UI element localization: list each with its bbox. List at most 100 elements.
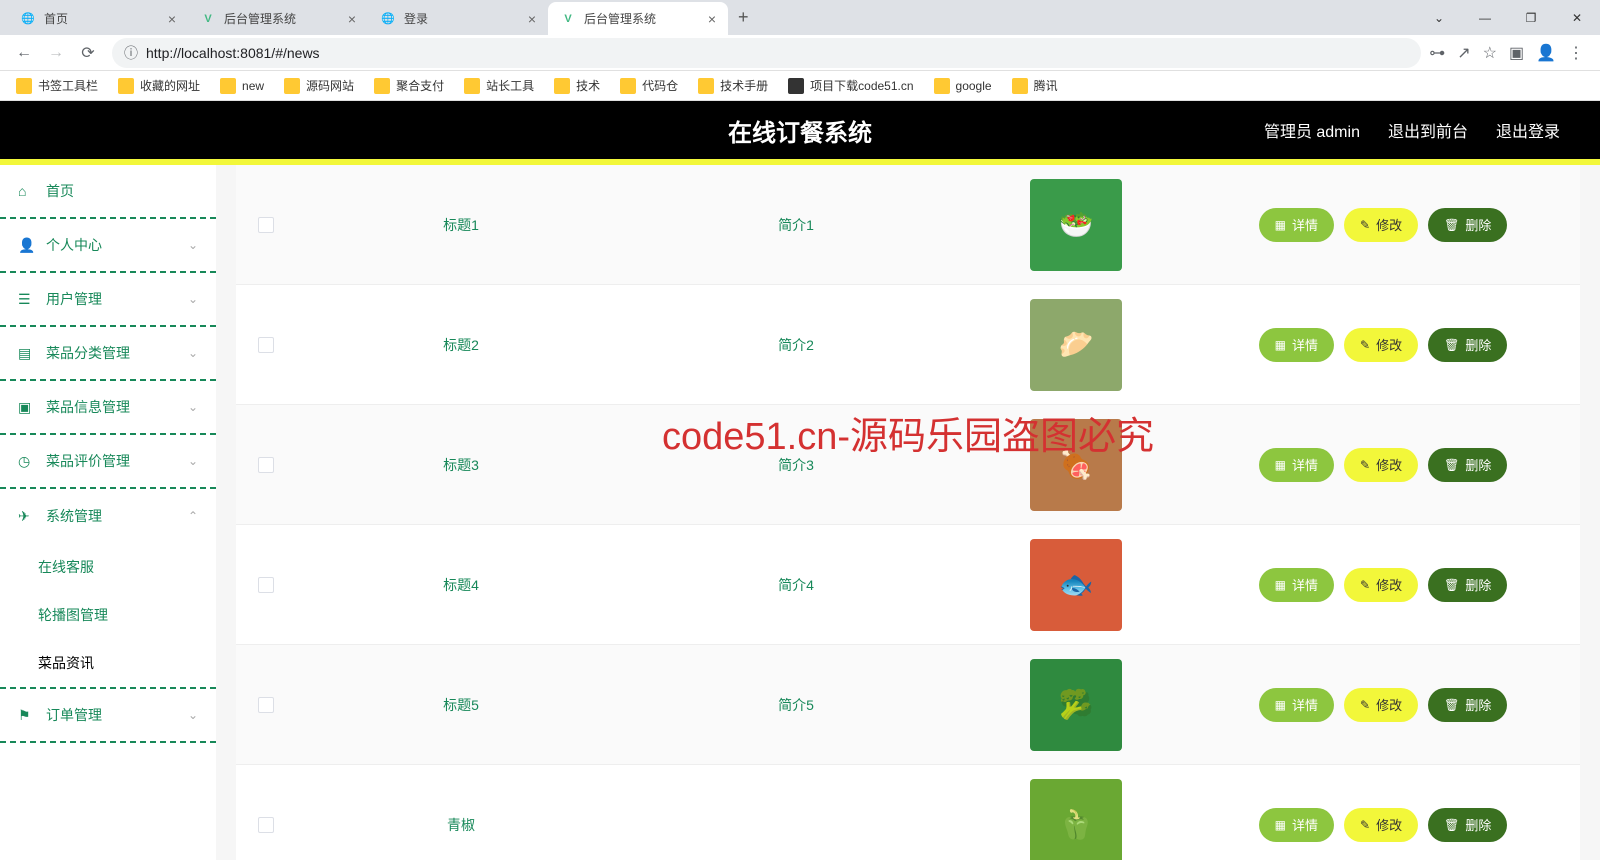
delete-icon: 🗑 xyxy=(1444,458,1459,472)
sidebar-item-review[interactable]: ◷ 菜品评价管理 ⌄ xyxy=(0,435,216,489)
row-checkbox[interactable] xyxy=(258,337,274,353)
logout-link[interactable]: 退出登录 xyxy=(1496,118,1560,142)
new-tab-button[interactable]: + xyxy=(728,7,759,28)
image-cell: 🐟 xyxy=(966,539,1186,631)
tab-title: 后台管理系统 xyxy=(584,10,700,27)
browser-tab[interactable]: 🌐 登录 × xyxy=(368,2,548,35)
bookmark[interactable]: 技术 xyxy=(546,73,608,98)
dropdown-icon[interactable]: ⌄ xyxy=(1416,0,1462,35)
home-icon: ⌂ xyxy=(18,183,36,199)
forward-button[interactable]: → xyxy=(40,37,72,69)
submenu-news[interactable]: 菜品资讯 xyxy=(0,639,216,687)
profile-icon[interactable]: 👤 xyxy=(1536,43,1556,63)
detail-button[interactable]: ▦详情 xyxy=(1259,688,1334,722)
star-icon[interactable]: ☆ xyxy=(1483,43,1497,63)
bookmark[interactable]: 站长工具 xyxy=(456,73,542,98)
browser-tab-active[interactable]: V 后台管理系统 × xyxy=(548,2,728,35)
submenu-carousel[interactable]: 轮播图管理 xyxy=(0,591,216,639)
maximize-icon[interactable]: ❐ xyxy=(1508,0,1554,35)
folder-icon xyxy=(220,78,236,94)
image-cell: 🍖 xyxy=(966,419,1186,511)
toolbar-right: ⊶ ↗ ☆ ▣ 👤 ⋮ xyxy=(1429,43,1592,63)
delete-button[interactable]: 🗑删除 xyxy=(1428,568,1507,602)
sidebar-item-system[interactable]: ✈ 系统管理 ⌃ xyxy=(0,489,216,543)
edit-button[interactable]: ✎修改 xyxy=(1344,688,1418,722)
detail-icon: ▦ xyxy=(1275,698,1286,712)
edit-button[interactable]: ✎修改 xyxy=(1344,208,1418,242)
detail-button[interactable]: ▦详情 xyxy=(1259,328,1334,362)
folder-icon xyxy=(698,78,714,94)
bookmark[interactable]: new xyxy=(212,74,272,98)
table-row: 标题5 简介5 🥦 ▦详情 ✎修改 🗑删除 xyxy=(236,645,1580,765)
row-checkbox[interactable] xyxy=(258,697,274,713)
detail-icon: ▦ xyxy=(1275,578,1286,592)
table-row: 标题4 简介4 🐟 ▦详情 ✎修改 🗑删除 xyxy=(236,525,1580,645)
edit-button[interactable]: ✎修改 xyxy=(1344,328,1418,362)
submenu-customer-service[interactable]: 在线客服 xyxy=(0,543,216,591)
edit-button[interactable]: ✎修改 xyxy=(1344,448,1418,482)
menu-icon[interactable]: ⋮ xyxy=(1568,43,1584,63)
food-thumbnail: 🥗 xyxy=(1030,179,1122,271)
delete-icon: 🗑 xyxy=(1444,578,1459,592)
back-button[interactable]: ← xyxy=(8,37,40,69)
close-window-icon[interactable]: ✕ xyxy=(1554,0,1600,35)
share-icon[interactable]: ↗ xyxy=(1457,43,1470,63)
delete-icon: 🗑 xyxy=(1444,818,1459,832)
admin-label[interactable]: 管理员 admin xyxy=(1264,118,1360,142)
delete-button[interactable]: 🗑删除 xyxy=(1428,208,1507,242)
detail-button[interactable]: ▦详情 xyxy=(1259,208,1334,242)
bookmark[interactable]: 技术手册 xyxy=(690,73,776,98)
detail-button[interactable]: ▦详情 xyxy=(1259,568,1334,602)
table-row: 标题2 简介2 🥟 ▦详情 ✎修改 🗑删除 xyxy=(236,285,1580,405)
row-checkbox[interactable] xyxy=(258,457,274,473)
sidebar-item-info[interactable]: ▣ 菜品信息管理 ⌄ xyxy=(0,381,216,435)
detail-button[interactable]: ▦详情 xyxy=(1259,808,1334,842)
bookmark[interactable]: google xyxy=(926,74,1000,98)
delete-button[interactable]: 🗑删除 xyxy=(1428,808,1507,842)
bookmark[interactable]: 收藏的网址 xyxy=(110,73,208,98)
delete-button[interactable]: 🗑删除 xyxy=(1428,448,1507,482)
edit-button[interactable]: ✎修改 xyxy=(1344,568,1418,602)
detail-icon: ▦ xyxy=(1275,818,1286,832)
table-row: 标题3 简介3 🍖 ▦详情 ✎修改 🗑删除 xyxy=(236,405,1580,525)
chevron-down-icon: ⌄ xyxy=(188,346,198,360)
close-icon[interactable]: × xyxy=(708,11,716,27)
delete-button[interactable]: 🗑删除 xyxy=(1428,328,1507,362)
browser-tab[interactable]: 🌐 首页 × xyxy=(8,2,188,35)
detail-button[interactable]: ▦详情 xyxy=(1259,448,1334,482)
bookmark[interactable]: 项目下载code51.cn xyxy=(780,73,921,98)
row-checkbox[interactable] xyxy=(258,577,274,593)
close-icon[interactable]: × xyxy=(348,11,356,27)
bookmark[interactable]: 代码仓 xyxy=(612,73,686,98)
food-thumbnail: 🥦 xyxy=(1030,659,1122,751)
row-checkbox[interactable] xyxy=(258,817,274,833)
bookmark[interactable]: 聚合支付 xyxy=(366,73,452,98)
delete-button[interactable]: 🗑删除 xyxy=(1428,688,1507,722)
url-bar[interactable]: ⓘ http://localhost:8081/#/news xyxy=(112,38,1421,68)
chevron-up-icon: ⌃ xyxy=(188,509,198,523)
sidebar-item-user[interactable]: ☰ 用户管理 ⌄ xyxy=(0,273,216,327)
sidebar-item-home[interactable]: ⌂ 首页 xyxy=(0,165,216,219)
sidebar-item-personal[interactable]: 👤 个人中心 ⌄ xyxy=(0,219,216,273)
title-cell: 标题3 xyxy=(296,455,626,475)
minimize-icon[interactable]: — xyxy=(1462,0,1508,35)
bookmark[interactable]: 源码网站 xyxy=(276,73,362,98)
reload-button[interactable]: ⟳ xyxy=(72,37,104,69)
close-icon[interactable]: × xyxy=(528,11,536,27)
to-frontend-link[interactable]: 退出到前台 xyxy=(1388,118,1468,142)
bookmark[interactable]: 腾讯 xyxy=(1004,73,1066,98)
sidebar-item-order[interactable]: ⚑ 订单管理 ⌄ xyxy=(0,689,216,743)
sidebar-item-category[interactable]: ▤ 菜品分类管理 ⌄ xyxy=(0,327,216,381)
key-icon[interactable]: ⊶ xyxy=(1429,43,1445,63)
extensions-icon[interactable]: ▣ xyxy=(1509,43,1524,63)
browser-tab[interactable]: V 后台管理系统 × xyxy=(188,2,368,35)
edit-icon: ✎ xyxy=(1360,578,1370,592)
title-cell: 青椒 xyxy=(296,815,626,835)
bookmark[interactable]: 书签工具栏 xyxy=(8,73,106,98)
folder-icon xyxy=(284,78,300,94)
edit-button[interactable]: ✎修改 xyxy=(1344,808,1418,842)
close-icon[interactable]: × xyxy=(168,11,176,27)
actions-cell: ▦详情 ✎修改 🗑删除 xyxy=(1186,448,1580,482)
row-checkbox[interactable] xyxy=(258,217,274,233)
edit-icon: ✎ xyxy=(1360,338,1370,352)
